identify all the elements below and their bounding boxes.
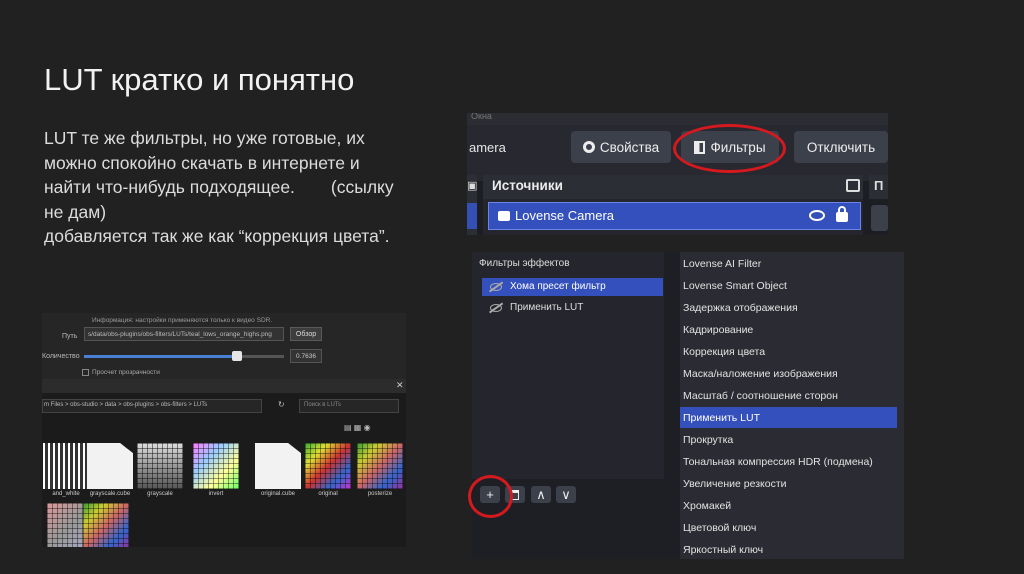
menu-item[interactable]: Хромакей [683, 496, 731, 516]
menu-item[interactable]: Задержка отображения [683, 298, 798, 318]
slide-body-part1: LUT те же фильтры, но уже готовые, их мо… [44, 128, 365, 197]
sources-title: Источники [492, 178, 563, 193]
file-name: original.cube [260, 491, 296, 497]
amount-slider-thumb[interactable] [232, 351, 242, 361]
highlight-ring-add [468, 475, 513, 518]
disable-button-label: Отключить [806, 139, 876, 155]
menu-item[interactable]: Цветовой ключ [683, 518, 756, 538]
file-thumbnail[interactable] [43, 443, 89, 489]
file-name: invert [208, 491, 224, 497]
menu-strip: Окна [467, 113, 888, 125]
info-text: Информация: настройки применяются только… [92, 317, 273, 324]
search-placeholder: Поиск в LUTs [304, 402, 341, 408]
file-thumbnail[interactable] [193, 443, 239, 489]
next-panel-item[interactable] [871, 205, 888, 231]
refresh-icon[interactable]: ↻ [278, 400, 285, 409]
menu-item[interactable]: Кадрирование [683, 320, 753, 340]
properties-button[interactable]: Свойства [571, 131, 671, 163]
lock-icon[interactable] [836, 212, 848, 222]
camera-icon [498, 211, 510, 221]
file-thumbnail[interactable] [137, 443, 183, 489]
source-item-label: Lovense Camera [515, 208, 614, 223]
file-name: original [318, 491, 338, 497]
next-panel-header: П [869, 175, 888, 199]
lut-browser-screenshot: Информация: настройки применяются только… [42, 313, 406, 547]
eye-icon[interactable] [490, 304, 502, 312]
menu-item[interactable]: Прокрутка [683, 430, 733, 450]
filters-dialog-screenshot: Фильтры эффектов Хома пресет фильтр Прим… [472, 252, 904, 559]
menu-item[interactable]: Масштаб / соотношение сторон [683, 386, 838, 406]
slide-title: LUT кратко и понятно [44, 62, 355, 97]
next-panel-letter: П [874, 178, 884, 193]
file-name: grayscale.cube [89, 491, 131, 497]
file-name: grayscale [147, 491, 173, 497]
menu-item[interactable]: Яркостный ключ [683, 540, 763, 559]
menu-item[interactable]: Маска/наложение изображения [683, 364, 838, 384]
path-label: Путь [62, 333, 78, 340]
menu-item[interactable]: Увеличение резкости [683, 474, 787, 494]
close-icon[interactable]: ✕ [396, 380, 404, 391]
move-up-button[interactable]: ∧ [531, 486, 551, 503]
view-options-icon[interactable]: ▤ ▦ ◉ [344, 423, 371, 432]
eye-icon[interactable] [809, 210, 825, 221]
file-thumbnail[interactable] [305, 443, 351, 489]
browse-button[interactable]: Обзор [290, 327, 322, 341]
popout-icon[interactable] [846, 179, 860, 192]
file-thumbnail[interactable] [83, 503, 129, 547]
menu-item[interactable]: Применить LUT [683, 408, 760, 428]
filter-row-label: Хома пресет фильтр [510, 281, 606, 292]
eye-icon[interactable] [490, 283, 502, 291]
menu-item[interactable]: Коррекция цвета [683, 342, 765, 362]
amount-label: Количество [42, 353, 80, 360]
address-text: m Files > obs-studio > data > obs-plugin… [44, 402, 208, 408]
file-thumbnail[interactable] [87, 443, 133, 489]
properties-button-label: Свойства [599, 139, 660, 155]
disable-button[interactable]: Отключить [794, 131, 888, 163]
amount-value[interactable]: 0.7636 [290, 349, 322, 363]
popout-icon-left[interactable]: ▣ [467, 179, 477, 192]
menu-item[interactable]: Тональная компрессия HDR (подмена) [683, 452, 873, 472]
path-value: s/data/obs-plugins/obs-filters/LUTs/teal… [88, 331, 272, 338]
transparency-checkbox[interactable] [82, 369, 89, 376]
obs-sources-screenshot: Окна amera Свойства Фильтры Отключить ▣ … [467, 113, 888, 235]
highlight-ring-filters [673, 124, 786, 173]
amount-slider-fill [84, 355, 238, 358]
menu-item[interactable]: Lovense Smart Object [683, 276, 787, 296]
effect-filters-title: Фильтры эффектов [479, 258, 570, 269]
file-name: posterize [367, 491, 393, 497]
scene-selected-edge[interactable] [467, 203, 477, 229]
filter-row-label[interactable]: Применить LUT [510, 302, 583, 313]
transparency-label: Просчет прозрачности [92, 369, 160, 376]
slide-body: LUT те же фильтры, но уже готовые, их мо… [44, 126, 404, 249]
menu-strip-text: Окна [471, 113, 492, 121]
menu-item[interactable]: Lovense AI Filter [683, 254, 761, 274]
move-down-button[interactable]: ∨ [556, 486, 576, 503]
file-dialog-titlebar [42, 379, 406, 393]
gear-icon [582, 141, 595, 153]
camera-label: amera [469, 140, 506, 155]
slide-body-part3: добавляется так же как “коррекция цвета”… [44, 226, 390, 246]
file-thumbnail[interactable] [255, 443, 301, 489]
file-thumbnail[interactable] [357, 443, 403, 489]
